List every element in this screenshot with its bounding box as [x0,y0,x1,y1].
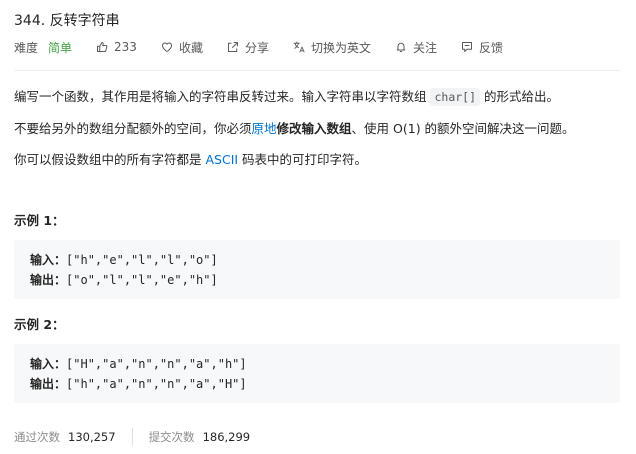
example-2-input: ["H","a","n","n","a","h"] [66,357,247,371]
submission-stats: 通过次数 130,257 提交次数 186,299 [14,428,250,446]
output-label: 输出： [30,377,67,391]
example-2-input-line: 输入：["H","a","n","n","a","h"] [30,355,247,372]
example-1-block: 输入：["h","e","l","l","o"] 输出：["o","l","l"… [14,240,620,299]
example-1-output: ["o","l","l","e","h"] [66,273,218,287]
example-2-output-line: 输出：["h","a","n","n","a","H"] [30,375,247,392]
accepted-label: 通过次数 [14,430,60,444]
difficulty-label: 难度 [14,40,39,55]
example-1-title: 示例 1： [14,213,65,228]
favorite-label: 收藏 [178,40,203,55]
thumbs-up-icon [97,42,108,52]
submissions-count: 186,299 [202,430,251,444]
bold-text: 修改输入数组 [276,121,352,136]
difficulty-badge: 简单 [48,40,73,55]
switch-language-label: 切换为英文 [310,40,371,55]
follow-button[interactable]: 关注 [395,39,437,56]
example-1-input: ["h","e","l","l","o"] [66,253,218,267]
description-paragraph-1: 编写一个函数，其作用是将输入的字符串反转过来。输入字符串以字符数组 char[]… [14,88,560,106]
like-count: 233 [114,40,137,54]
example-1-output-line: 输出：["o","l","l","e","h"] [30,271,218,288]
heart-icon [161,42,172,52]
bell-icon [396,42,406,52]
feedback-label: 反馈 [479,40,504,55]
translate-icon [293,41,305,53]
input-label: 输入： [30,357,67,371]
inline-code: char[] [430,88,481,106]
feedback-icon [462,42,472,52]
description-paragraph-2: 不要给另外的数组分配额外的空间，你必须原地修改输入数组、使用 O(1) 的额外空… [14,121,575,136]
header-divider [14,70,620,71]
in-place-link[interactable]: 原地 [252,121,277,136]
example-2-output: ["h","a","n","n","a","H"] [66,377,247,391]
output-label: 输出： [30,273,67,287]
input-label: 输入： [30,253,67,267]
share-label: 分享 [244,40,269,55]
submissions-label: 提交次数 [148,430,195,444]
favorite-button[interactable]: 收藏 [161,39,203,56]
share-icon [227,42,238,52]
follow-label: 关注 [412,40,437,55]
example-2-title: 示例 2： [14,317,65,332]
description-paragraph-3: 你可以假设数组中的所有字符都是 ASCII 码表中的可打印字符。 [14,152,368,167]
stats-divider [131,428,133,446]
ascii-link[interactable]: ASCII [205,152,238,167]
example-1-input-line: 输入：["h","e","l","l","o"] [30,251,218,268]
share-button[interactable]: 分享 [227,39,269,56]
feedback-button[interactable]: 反馈 [461,39,503,56]
like-button[interactable]: 233 [96,40,137,54]
accepted-count: 130,257 [68,430,116,444]
problem-title: 344. 反转字符串 [14,13,120,29]
problem-meta-bar: 难度 简单 233 收藏 分享 切换为英文 关注 反馈 [14,38,527,56]
switch-language-button[interactable]: 切换为英文 [293,39,371,56]
example-2-block: 输入：["H","a","n","n","a","h"] 输出：["h","a"… [14,344,620,403]
